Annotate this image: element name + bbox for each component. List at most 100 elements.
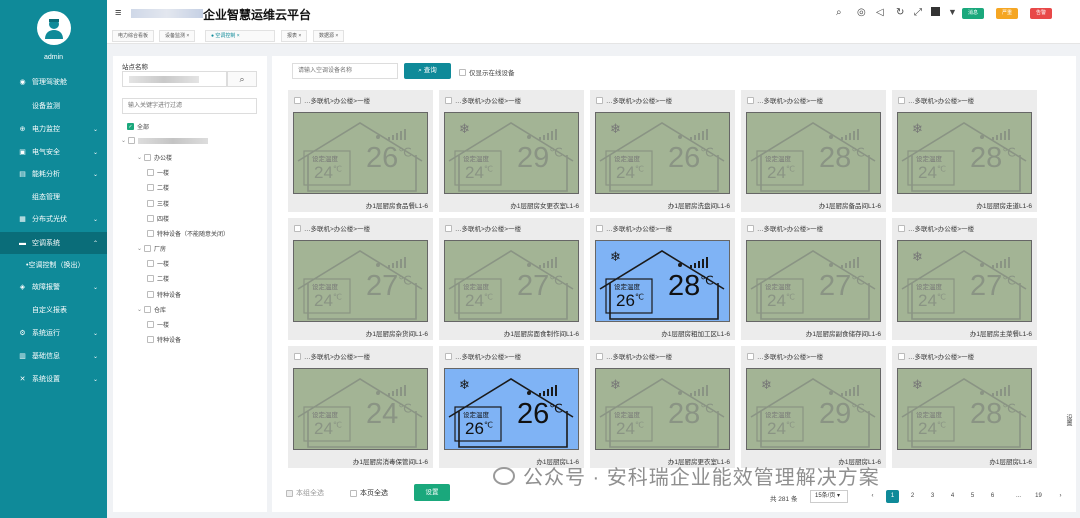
- side-settings-tab[interactable]: 设置: [1064, 414, 1073, 426]
- aircon-card[interactable]: …多联机>办公楼>一楼 ❄ 设定温度 24℃ 27℃ 办1层厨房主菜餐L1-6: [892, 218, 1037, 340]
- card-checkbox[interactable]: [294, 352, 301, 360]
- tab-device-monitor[interactable]: 设备监测 ×: [159, 30, 196, 42]
- station-search-button[interactable]: ⌕: [227, 71, 257, 87]
- refresh-icon[interactable]: ↻: [896, 7, 904, 18]
- sidebar-item-aircon-control[interactable]: • 空调控制（换出）: [0, 254, 107, 276]
- aircon-lcd-panel[interactable]: ❄ 设定温度 24℃ 28℃: [595, 368, 730, 450]
- card-checkbox[interactable]: [898, 352, 905, 360]
- menu-toggle-icon[interactable]: ≡: [115, 7, 121, 19]
- next-page-button[interactable]: ›: [1054, 490, 1067, 503]
- aircon-card[interactable]: …多联机>办公楼>一楼 ❄ 设定温度 26℃ 28℃ 办1层厨房粗加工区L1-6: [590, 218, 735, 340]
- tree-node[interactable]: 一楼: [147, 168, 169, 177]
- page-number-button[interactable]: 2: [906, 490, 919, 503]
- card-checkbox[interactable]: [294, 96, 301, 104]
- aircon-lcd-panel[interactable]: ❄ 设定温度 26℃ 26℃: [444, 368, 579, 450]
- aircon-card[interactable]: …多联机>办公楼>一楼 ❄ 设定温度 26℃ 26℃ 办1层厨房L1-6: [439, 346, 584, 468]
- card-checkbox[interactable]: [294, 224, 301, 232]
- card-checkbox[interactable]: [596, 224, 603, 232]
- sidebar-item-sys-settings[interactable]: ✕ 系统设置 ⌄: [0, 368, 107, 390]
- notify-badge[interactable]: 消息: [962, 8, 984, 19]
- search-icon[interactable]: ⌕: [836, 7, 842, 18]
- aircon-lcd-panel[interactable]: ❄ 设定温度 24℃ 26℃: [595, 112, 730, 194]
- aircon-card[interactable]: …多联机>办公楼>一楼 设定温度 24℃ 28℃ 办1层厨房备品间L1-6: [741, 90, 886, 212]
- aircon-lcd-panel[interactable]: ❄ 设定温度 24℃ 29℃: [444, 112, 579, 194]
- tree-node[interactable]: 一楼: [147, 259, 169, 268]
- user-avatar[interactable]: [37, 11, 71, 45]
- prev-page-button[interactable]: ‹: [866, 490, 879, 503]
- aircon-card[interactable]: …多联机>办公楼>一楼 设定温度 24℃ 27℃ 办1层厨房副食储存间L1-6: [741, 218, 886, 340]
- aircon-lcd-panel[interactable]: ❄ 设定温度 24℃ 28℃: [897, 368, 1032, 450]
- query-button[interactable]: ⌕ 查询: [404, 63, 451, 79]
- aircon-lcd-panel[interactable]: 设定温度 24℃ 27℃: [444, 240, 579, 322]
- sidebar-item-pv[interactable]: ▦ 分布式光伏 ⌄: [0, 208, 107, 230]
- aircon-card[interactable]: …多联机>办公楼>一楼 ❄ 设定温度 24℃ 28℃ 办1层厨房L1-6: [892, 346, 1037, 468]
- sidebar-item-device-monitor[interactable]: 设备监测: [0, 95, 107, 117]
- group-select-all[interactable]: 本组全选: [286, 488, 324, 498]
- sidebar-item-energy-analysis[interactable]: ▤ 能耗分析 ⌄: [0, 163, 107, 185]
- aircon-card[interactable]: …多联机>办公楼>一楼 设定温度 24℃ 27℃ 办1层厨房面食制作间L1-6: [439, 218, 584, 340]
- card-checkbox[interactable]: [445, 224, 452, 232]
- tree-node-company[interactable]: ⌄: [121, 137, 209, 144]
- tab-power-dashboard[interactable]: 电力综合看板: [112, 30, 155, 42]
- aircon-card[interactable]: …多联机>办公楼>一楼 设定温度 24℃ 27℃ 办1层厨房杂货间L1-6: [288, 218, 433, 340]
- aircon-lcd-panel[interactable]: ❄ 设定温度 24℃ 27℃: [897, 240, 1032, 322]
- tree-node[interactable]: ⌄ 厂房: [137, 244, 166, 253]
- volume-icon[interactable]: ◁: [876, 7, 884, 18]
- theme-icon[interactable]: [931, 7, 940, 16]
- tree-node[interactable]: ✓ 全部: [127, 122, 149, 131]
- tab-datasource[interactable]: 数据源 ×: [313, 30, 345, 42]
- tree-filter-input[interactable]: [122, 98, 257, 114]
- tab-aircon-control[interactable]: ● 空调控制 ×: [205, 30, 275, 42]
- station-select[interactable]: [122, 71, 227, 87]
- aircon-lcd-panel[interactable]: 设定温度 24℃ 28℃: [746, 112, 881, 194]
- sidebar-item-basic-info[interactable]: ▥ 基础信息 ⌄: [0, 345, 107, 367]
- tree-node[interactable]: 特种设备（不能随意关闭）: [147, 229, 229, 238]
- sidebar-item-sys-run[interactable]: ⚙ 系统运行 ⌄: [0, 322, 107, 344]
- card-checkbox[interactable]: [898, 224, 905, 232]
- aircon-card[interactable]: …多联机>办公楼>一楼 ❄ 设定温度 24℃ 28℃ 办1层厨房走道L1-6: [892, 90, 1037, 212]
- aircon-card[interactable]: …多联机>办公楼>一楼 ❄ 设定温度 24℃ 29℃ 办1层厨房L1-6: [741, 346, 886, 468]
- card-checkbox[interactable]: [445, 352, 452, 360]
- fullscreen-icon[interactable]: ⤢: [914, 7, 922, 18]
- aircon-card[interactable]: …多联机>办公楼>一楼 设定温度 24℃ 24℃ 办1层厨房消毒保管间L1-6: [288, 346, 433, 468]
- aircon-card[interactable]: …多联机>办公楼>一楼 设定温度 24℃ 26℃ 办1层厨房食品餐L1-6: [288, 90, 433, 212]
- tree-node[interactable]: 三楼: [147, 199, 169, 208]
- aircon-card[interactable]: …多联机>办公楼>一楼 ❄ 设定温度 24℃ 28℃ 办1层厨房更衣室L1-6: [590, 346, 735, 468]
- sidebar-item-cockpit[interactable]: ◉ 管理驾驶舱: [0, 71, 107, 93]
- aircon-search-input[interactable]: [292, 63, 398, 79]
- card-checkbox[interactable]: [747, 352, 754, 360]
- sidebar-item-electrical-safety[interactable]: ▣ 电气安全 ⌄: [0, 141, 107, 163]
- aircon-card[interactable]: …多联机>办公楼>一楼 ❄ 设定温度 24℃ 29℃ 办1层厨房女更衣室L1-6: [439, 90, 584, 212]
- aircon-lcd-panel[interactable]: 设定温度 24℃ 27℃: [293, 240, 428, 322]
- card-checkbox[interactable]: [747, 224, 754, 232]
- page-number-button[interactable]: 4: [946, 490, 959, 503]
- card-checkbox[interactable]: [747, 96, 754, 104]
- tree-node[interactable]: 四楼: [147, 214, 169, 223]
- help-icon[interactable]: ◎: [857, 7, 866, 18]
- alarm-badge[interactable]: 告警: [1030, 8, 1052, 19]
- tree-node[interactable]: 二楼: [147, 274, 169, 283]
- tree-node[interactable]: 特种设备: [147, 290, 181, 299]
- aircon-card[interactable]: …多联机>办公楼>一楼 ❄ 设定温度 24℃ 26℃ 办1层厨房洗盘间L1-6: [590, 90, 735, 212]
- tree-node[interactable]: 一楼: [147, 320, 169, 329]
- sidebar-item-custom-report[interactable]: 自定义报表: [0, 299, 107, 321]
- sidebar-item-fault-alarm[interactable]: ◈ 故障报警 ⌄: [0, 276, 107, 298]
- tree-node[interactable]: 二楼: [147, 183, 169, 192]
- aircon-lcd-panel[interactable]: 设定温度 24℃ 26℃: [293, 112, 428, 194]
- serious-badge[interactable]: 严重: [996, 8, 1018, 19]
- card-checkbox[interactable]: [596, 352, 603, 360]
- page-number-button[interactable]: 5: [966, 490, 979, 503]
- aircon-lcd-panel[interactable]: ❄ 设定温度 26℃ 28℃: [595, 240, 730, 322]
- card-checkbox[interactable]: [596, 96, 603, 104]
- settings-button[interactable]: 设置: [414, 484, 450, 501]
- shirt-icon[interactable]: ▼: [948, 7, 957, 17]
- only-online-checkbox[interactable]: 仅显示在线设备: [459, 67, 515, 77]
- page-select-all[interactable]: 本页全选: [350, 488, 388, 498]
- page-number-button[interactable]: 3: [926, 490, 939, 503]
- sidebar-item-aircon[interactable]: ▬ 空调系统 ⌃: [0, 232, 107, 254]
- card-checkbox[interactable]: [898, 96, 905, 104]
- sidebar-item-config-mgmt[interactable]: 组态管理: [0, 186, 107, 208]
- page-number-button[interactable]: 1: [886, 490, 899, 503]
- tab-report[interactable]: 报表 ×: [281, 30, 308, 42]
- aircon-lcd-panel[interactable]: 设定温度 24℃ 24℃: [293, 368, 428, 450]
